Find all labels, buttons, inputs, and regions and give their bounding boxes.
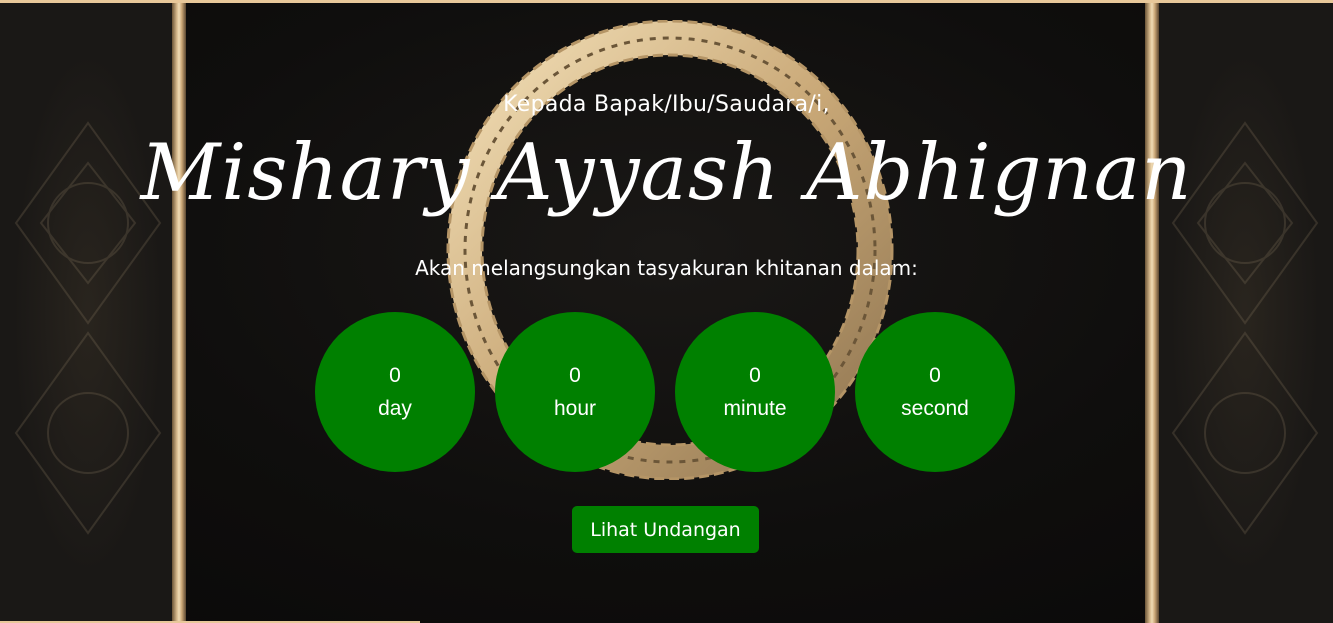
countdown-seconds-label: second [901, 397, 969, 420]
countdown-seconds: 0 second [855, 312, 1015, 472]
countdown-minutes: 0 minute [675, 312, 835, 472]
countdown-days-value: 0 [389, 364, 401, 387]
countdown-hours: 0 hour [495, 312, 655, 472]
event-subtitle: Akan melangsungkan tasyakuran khitanan d… [415, 256, 918, 280]
guest-name: Mishary Ayyash Abhignan [140, 128, 1193, 218]
countdown-hours-label: hour [553, 397, 597, 420]
view-invitation-button[interactable]: Lihat Undangan [572, 506, 759, 553]
top-border [0, 0, 1333, 3]
countdown-hours-value: 0 [569, 364, 581, 387]
countdown-days-label: day [378, 397, 412, 420]
countdown-minutes-label: minute [723, 397, 787, 420]
greeting-text: Kepada Bapak/Ibu/Saudara/i, [503, 92, 830, 117]
countdown-seconds-value: 0 [929, 364, 941, 387]
countdown-timer: 0 day 0 hour 0 minute 0 second [315, 312, 1015, 472]
countdown-minutes-value: 0 [749, 364, 761, 387]
cover-page: Kepada Bapak/Ibu/Saudara/i, Mishary Ayya… [0, 0, 1333, 623]
countdown-days: 0 day [315, 312, 475, 472]
